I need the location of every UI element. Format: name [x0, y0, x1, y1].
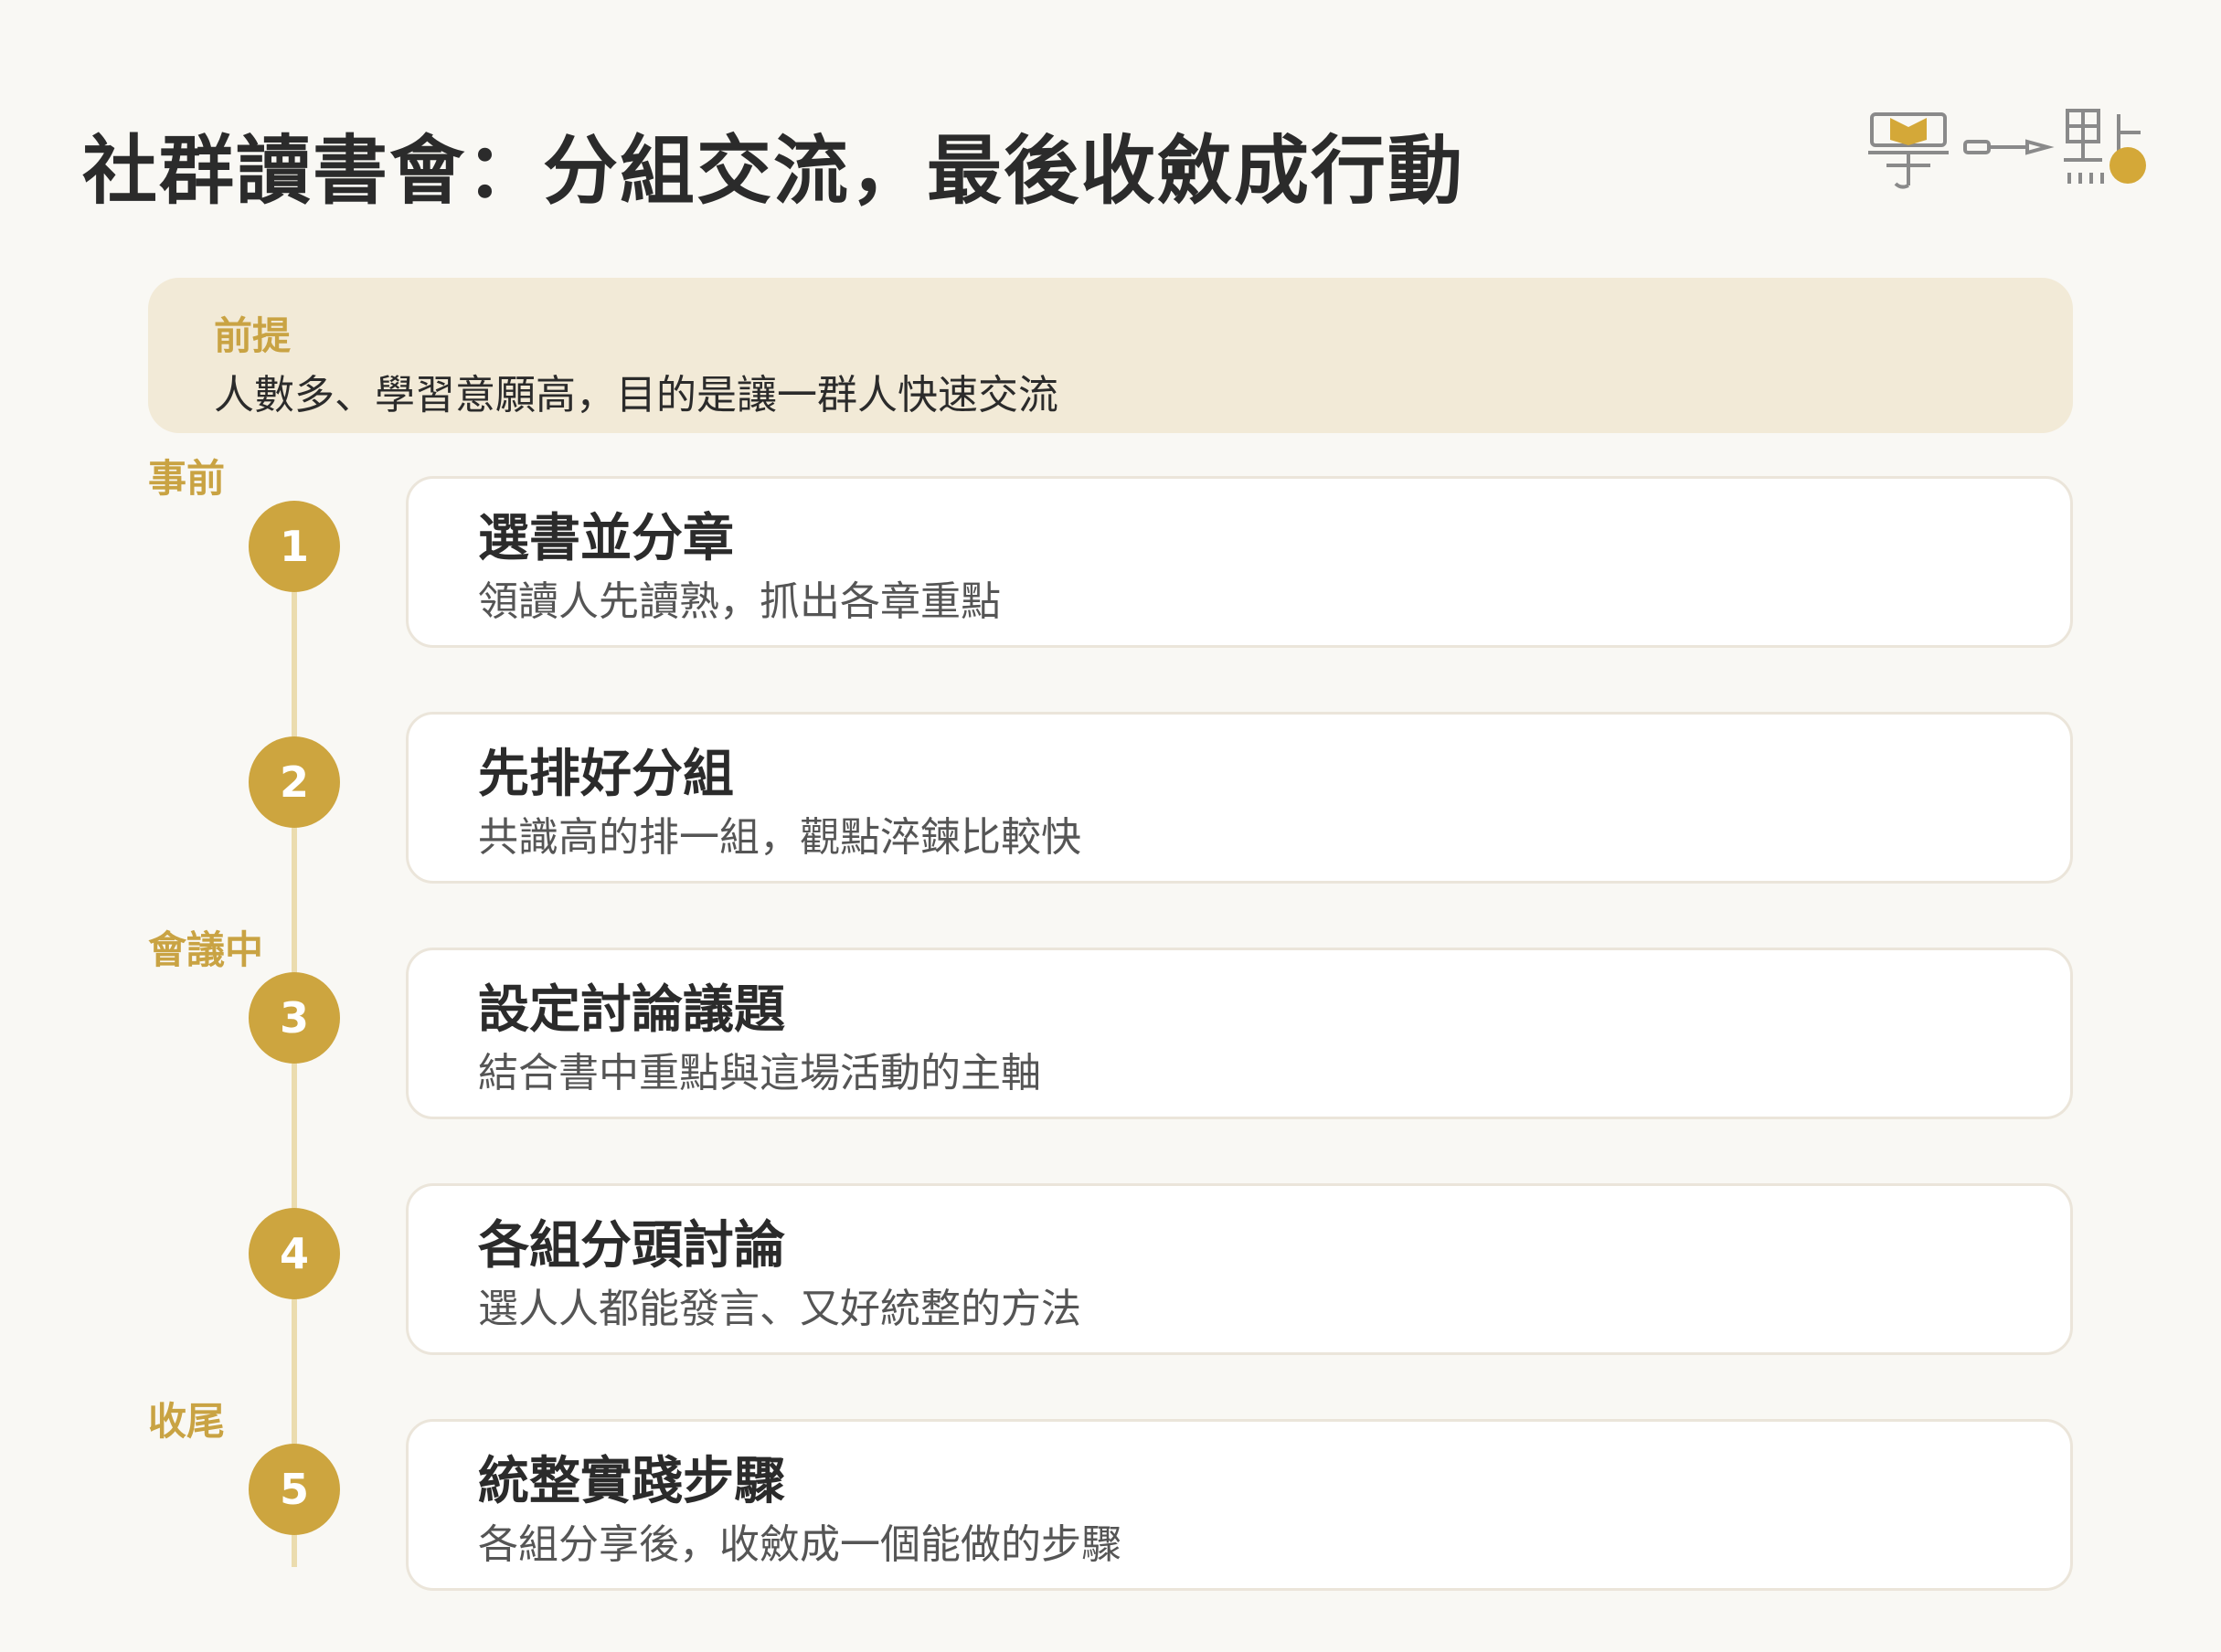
- brand-logo: [1868, 109, 2146, 189]
- logo-learn-glyph: [1868, 112, 1949, 189]
- phase-label-closing: 收尾: [148, 1399, 226, 1444]
- step-card: 選書並分章 領讀人先讀熟，抓出各章重點: [406, 476, 2073, 648]
- step-description: 選人人都能發言、又好統整的方法: [478, 1286, 1081, 1332]
- logo-pen-glyph: [1963, 139, 2055, 155]
- step-title: 設定討論議題: [478, 980, 785, 1040]
- step-card: 先排好分組 共識高的排一組，觀點淬鍊比較快: [406, 712, 2073, 884]
- step-number-badge: 1: [249, 501, 340, 592]
- step-number-badge: 4: [249, 1208, 340, 1299]
- step-number-badge: 2: [249, 736, 340, 828]
- page-title: 社群讀書會：分組交流，最後收斂成行動: [82, 128, 1465, 215]
- step-description: 各組分享後，收斂成一個能做的步驟: [478, 1521, 1121, 1568]
- step-number-badge: 5: [249, 1444, 340, 1535]
- step-card: 統整實踐步驟 各組分享後，收斂成一個能做的步驟: [406, 1419, 2073, 1591]
- step-description: 領讀人先讀熟，抓出各章重點: [478, 578, 1001, 625]
- logo-dot-icon: [2109, 147, 2146, 184]
- premise-box: 前提 人數多、學習意願高，目的是讓一群人快速交流: [148, 278, 2073, 433]
- phase-label-before: 事前: [148, 456, 226, 501]
- step-description: 共識高的排一組，觀點淬鍊比較快: [478, 814, 1081, 861]
- step-card: 設定討論議題 結合書中重點與這場活動的主軸: [406, 948, 2073, 1119]
- phase-label-during: 會議中: [148, 927, 264, 972]
- step-description: 結合書中重點與這場活動的主軸: [478, 1050, 1041, 1096]
- step-title: 統整實踐步驟: [478, 1452, 785, 1511]
- step-title: 各組分頭討論: [478, 1216, 785, 1276]
- premise-label: 前提: [214, 313, 292, 358]
- step-title: 選書並分章: [478, 509, 734, 568]
- premise-text: 人數多、學習意願高，目的是讓一群人快速交流: [214, 372, 1058, 418]
- step-number-badge: 3: [249, 972, 340, 1064]
- step-card: 各組分頭討論 選人人都能發言、又好統整的方法: [406, 1183, 2073, 1355]
- step-title: 先排好分組: [478, 745, 734, 804]
